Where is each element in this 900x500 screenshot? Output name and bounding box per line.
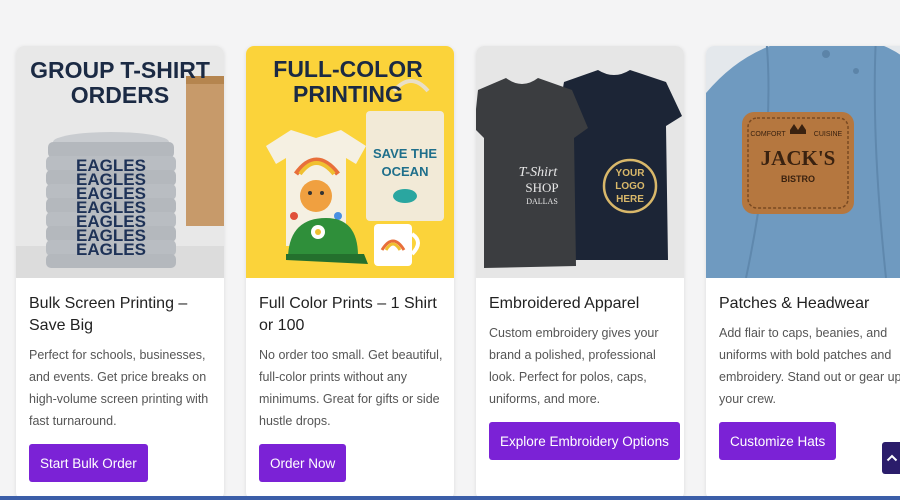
card-full-color-prints: SAVE THE OCEAN FULL-COLOR PRINTING Full …: [246, 46, 454, 500]
chevron-up-icon: [886, 454, 898, 462]
card-image-group-tshirt: EAGLES EAGLES EAGLES EAGLES EAGLES EAGLE…: [16, 46, 224, 278]
svg-text:DALLAS: DALLAS: [526, 197, 558, 206]
svg-text:SAVE THE: SAVE THE: [373, 146, 437, 161]
card-image-patch-cap: COMFORT CUISINE JACK'S BISTRO: [706, 46, 900, 278]
card-patches-headwear: COMFORT CUISINE JACK'S BISTRO Patches & …: [706, 46, 900, 500]
svg-text:OCEAN: OCEAN: [382, 164, 429, 179]
card-title: Patches & Headwear: [719, 295, 870, 312]
image-headline-line1: GROUP T-SHIRT: [30, 57, 210, 83]
card-title: Full Color Prints – 1 Shirt or 100: [259, 295, 437, 334]
svg-text:YOUR: YOUR: [616, 168, 646, 179]
svg-text:EAGLES: EAGLES: [76, 240, 146, 259]
image-headline-line2: PRINTING: [293, 81, 403, 107]
svg-text:LOGO: LOGO: [615, 181, 645, 192]
svg-text:SHOP: SHOP: [525, 180, 558, 195]
customize-hats-button[interactable]: Customize Hats: [719, 422, 837, 460]
svg-text:JACK'S: JACK'S: [761, 146, 836, 170]
card-description: Custom embroidery gives your brand a pol…: [489, 326, 659, 406]
bottom-accent-bar: [0, 496, 900, 500]
scroll-to-top-button[interactable]: [882, 442, 900, 474]
image-headline-line2: ORDERS: [71, 82, 169, 108]
svg-text:COMFORT: COMFORT: [750, 131, 786, 138]
card-bulk-screen-printing: EAGLES EAGLES EAGLES EAGLES EAGLES EAGLE…: [16, 46, 224, 500]
start-bulk-order-button[interactable]: Start Bulk Order: [29, 444, 148, 482]
card-title: Embroidered Apparel: [489, 295, 640, 312]
card-description: Perfect for schools, businesses, and eve…: [29, 348, 209, 428]
card-image-embroidered-shirts: YOUR LOGO HERE T-Shirt SHOP DALLAS: [476, 46, 684, 278]
card-description: No order too small. Get beautiful, full-…: [259, 348, 443, 428]
image-headline-line1: FULL-COLOR: [273, 56, 423, 82]
svg-text:HERE: HERE: [616, 194, 644, 205]
svg-text:BISTRO: BISTRO: [781, 174, 815, 184]
order-now-button[interactable]: Order Now: [259, 444, 347, 482]
card-description: Add flair to caps, beanies, and uniforms…: [719, 326, 900, 406]
card-embroidered-apparel: YOUR LOGO HERE T-Shirt SHOP DALLAS Embro…: [476, 46, 684, 500]
card-title: Bulk Screen Printing – Save Big: [29, 295, 188, 334]
explore-embroidery-options-button[interactable]: Explore Embroidery Options: [489, 422, 680, 460]
navy-shirt-illustration: [558, 70, 682, 260]
svg-text:T-Shirt: T-Shirt: [519, 165, 559, 180]
svg-text:CUISINE: CUISINE: [814, 131, 843, 138]
card-image-full-color: SAVE THE OCEAN FULL-COLOR PRINTING: [246, 46, 454, 278]
